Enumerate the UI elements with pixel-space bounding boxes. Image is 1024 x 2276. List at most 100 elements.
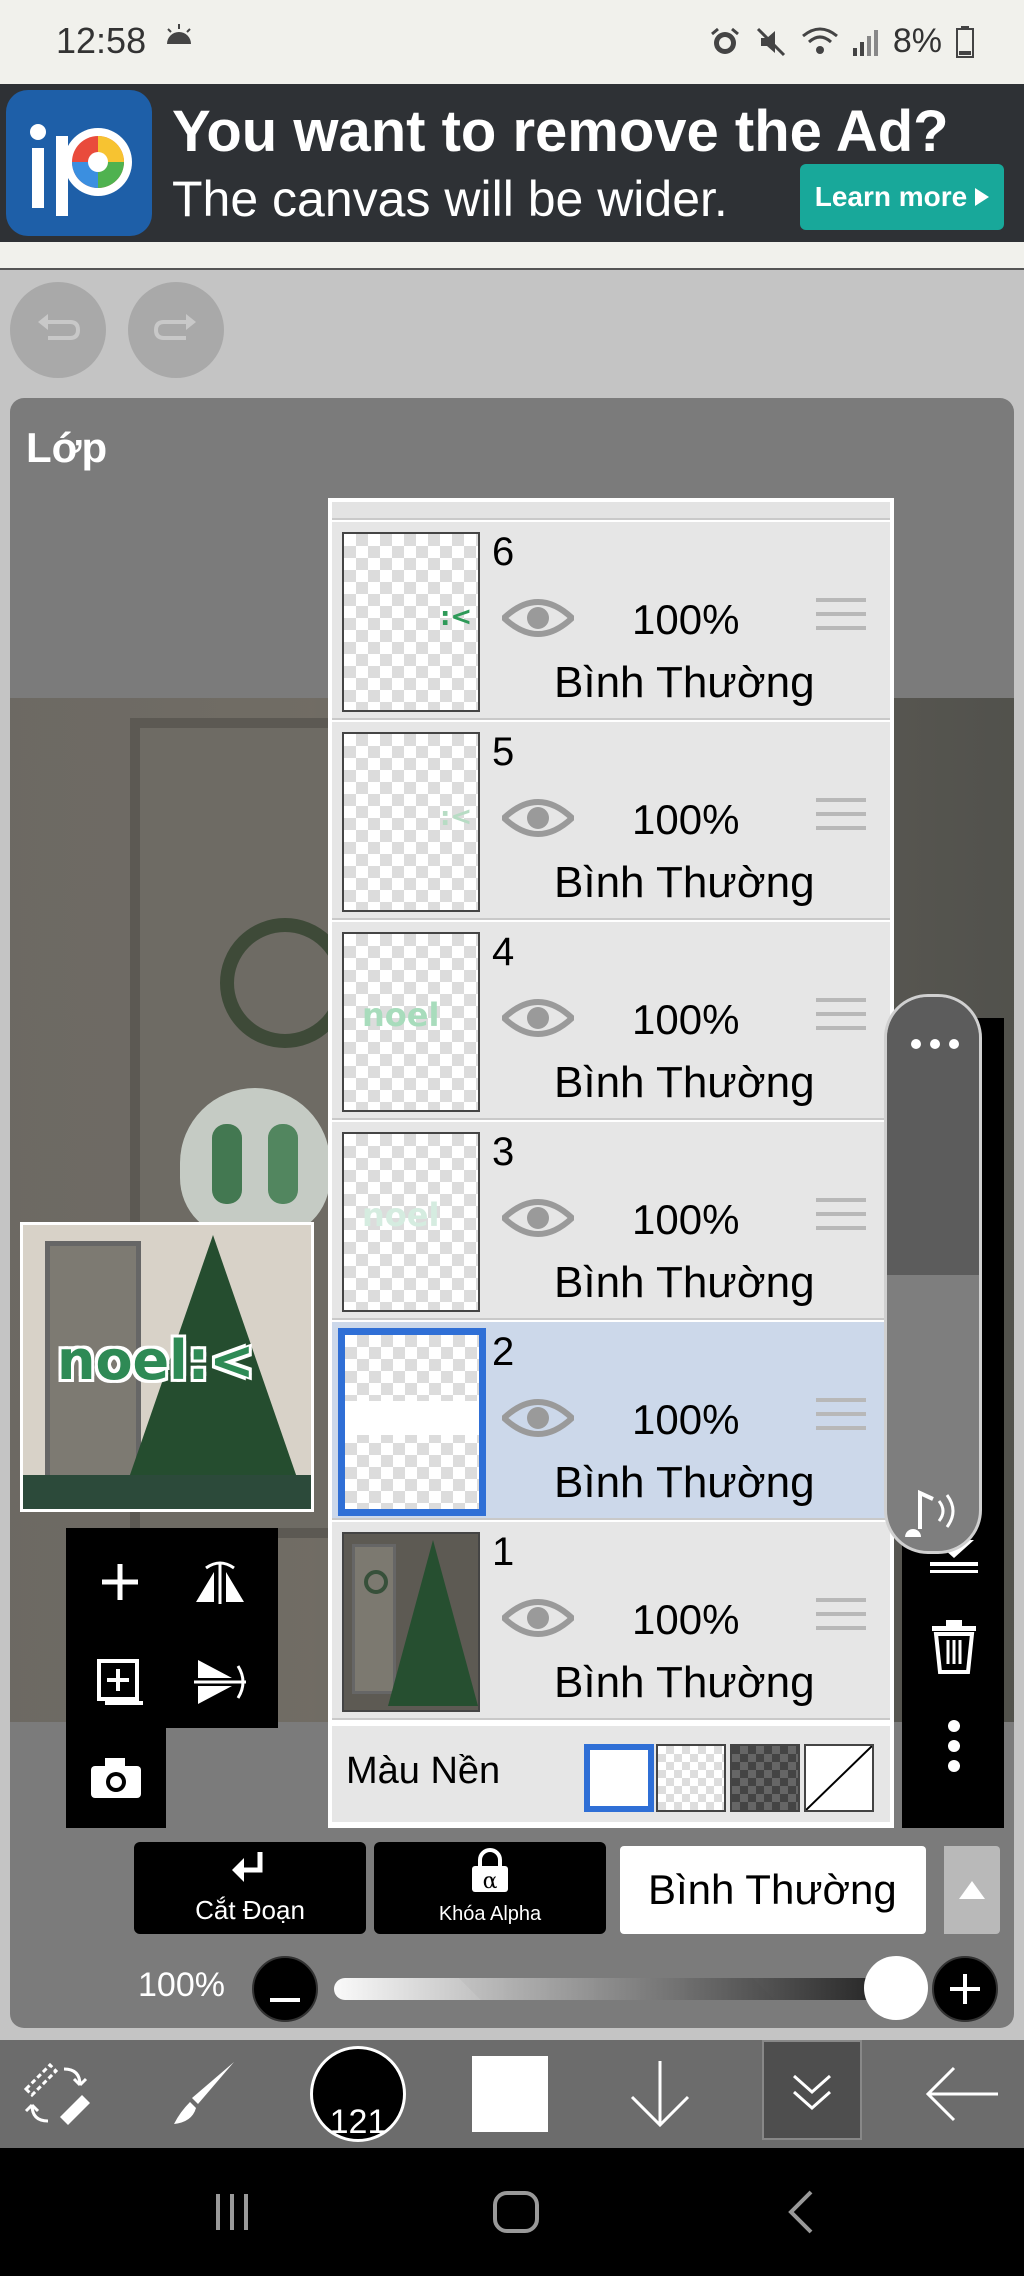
- ad-title: You want to remove the Ad?: [172, 99, 949, 164]
- layer-thumbnail[interactable]: noel: [342, 932, 480, 1112]
- visibility-eye-icon[interactable]: [502, 794, 574, 842]
- layer-row-1[interactable]: 1 100% Bình Thường: [332, 1522, 890, 1720]
- tool-select-button[interactable]: [20, 2040, 92, 2148]
- redo-button[interactable]: [128, 282, 224, 378]
- layer-row-2[interactable]: 2 100% Bình Thường: [332, 1322, 890, 1520]
- redo-icon: [153, 314, 196, 340]
- mute-icon: [756, 27, 785, 56]
- layer-row-3[interactable]: noel 3 100% Bình Thường: [332, 1122, 890, 1320]
- status-icons: 8%: [709, 22, 974, 61]
- drag-handle-icon[interactable]: [816, 598, 866, 638]
- brush-tool-button[interactable]: [166, 2040, 242, 2148]
- layer-blend-mode: Bình Thường: [554, 1258, 815, 1307]
- brush-size-button[interactable]: 121: [310, 2046, 406, 2142]
- canvas-preview[interactable]: noel:<: [20, 1222, 314, 1512]
- system-back-button[interactable]: [760, 2178, 840, 2246]
- visibility-eye-icon[interactable]: [502, 594, 574, 642]
- floating-scroll-widget[interactable]: [884, 994, 982, 1554]
- visibility-eye-icon[interactable]: [502, 994, 574, 1042]
- canvas-noel-sticker: [180, 1088, 330, 1238]
- layer-thumbnail[interactable]: :<: [342, 732, 480, 912]
- bg-swatch-checker-dark[interactable]: [730, 1744, 800, 1812]
- bg-swatch-none[interactable]: [804, 1744, 874, 1812]
- opacity-decrease-button[interactable]: [252, 1956, 318, 2022]
- visibility-eye-icon[interactable]: [502, 1594, 574, 1642]
- bg-swatch-checker-light[interactable]: [656, 1744, 726, 1812]
- alpha-lock-label: Khóa Alpha: [438, 1903, 542, 1925]
- layer-opacity: 100%: [632, 1396, 740, 1443]
- recent-apps-icon: [216, 2194, 248, 2230]
- layer-thumbnail[interactable]: noel: [342, 1132, 480, 1312]
- drag-handle-icon[interactable]: [816, 798, 866, 838]
- bg-swatch-white[interactable]: [584, 1744, 654, 1812]
- layer-opacity: 100%: [632, 796, 740, 843]
- main-toolbar: 121: [0, 2040, 1024, 2148]
- more-options-button[interactable]: [922, 1714, 986, 1778]
- layer-thumbnail[interactable]: :<: [342, 532, 480, 712]
- opacity-slider-knob[interactable]: [864, 1956, 928, 2020]
- layer-row-5[interactable]: :< 5 100% Bình Thường: [332, 722, 890, 920]
- drag-handle-icon[interactable]: [816, 1598, 866, 1638]
- layer-number: 3: [492, 1130, 515, 1174]
- layer-thumb-content: [345, 1401, 479, 1435]
- layer-down-button[interactable]: [620, 2040, 700, 2148]
- layer-thumbnail[interactable]: [342, 1532, 480, 1712]
- status-bar: 12:58 8%: [0, 0, 1024, 84]
- learn-more-button[interactable]: Learn more: [800, 164, 1004, 230]
- layer-number: 4: [492, 930, 515, 974]
- layer-row-6[interactable]: :< 6 100% Bình Thường: [332, 522, 890, 720]
- clip-arrow-icon: [232, 1852, 263, 1882]
- layer-opacity: 100%: [632, 1596, 740, 1643]
- opacity-slider[interactable]: [334, 1978, 900, 2000]
- visibility-eye-icon[interactable]: [502, 1194, 574, 1242]
- add-layer-button[interactable]: [80, 1542, 160, 1622]
- color-picker-button[interactable]: [472, 2056, 548, 2132]
- blend-mode-select[interactable]: Bình Thường: [620, 1846, 926, 1934]
- app-screen: 12:58 8% You want to remove the Ad? The …: [0, 0, 1024, 2276]
- drag-handle-icon[interactable]: [816, 1398, 866, 1438]
- home-icon: [493, 2191, 539, 2233]
- clipping-button[interactable]: Cắt Đoạn: [134, 1842, 366, 1934]
- opacity-increase-button[interactable]: [932, 1956, 998, 2022]
- alpha-symbol: α: [483, 1869, 498, 1894]
- undo-icon: [38, 314, 81, 340]
- layer-thumbnail[interactable]: [338, 1328, 486, 1516]
- layer-list[interactable]: :< 6 100% Bình Thường :< 5 100% Bình Thư…: [328, 498, 894, 1828]
- layer-row-4[interactable]: noel 4 100% Bình Thường: [332, 922, 890, 1120]
- layer-number: 2: [492, 1330, 515, 1374]
- recent-apps-button[interactable]: [192, 2178, 272, 2246]
- visibility-eye-icon[interactable]: [502, 1394, 574, 1442]
- layer-opacity: 100%: [632, 996, 740, 1043]
- trash-icon: [932, 1620, 976, 1674]
- flip-vertical-button[interactable]: [180, 1642, 260, 1722]
- home-button[interactable]: [476, 2178, 556, 2246]
- blend-mode-dropdown-arrow[interactable]: [944, 1846, 1000, 1934]
- layer-panel-button[interactable]: [762, 2040, 862, 2140]
- ad-banner[interactable]: You want to remove the Ad? The canvas wi…: [0, 84, 1024, 242]
- double-chevron-down-icon: [793, 2074, 831, 2111]
- blend-mode-value: Bình Thường: [648, 1866, 897, 1913]
- layer-thumb-content: :<: [440, 602, 473, 632]
- wifi-icon: [801, 27, 838, 54]
- undo-button[interactable]: [10, 282, 106, 378]
- layer-opacity: 100%: [632, 1196, 740, 1243]
- back-button[interactable]: [920, 2040, 1004, 2148]
- sound-note-icon[interactable]: [903, 1483, 967, 1537]
- flip-horizontal-button[interactable]: [180, 1542, 260, 1622]
- delete-layer-button[interactable]: [922, 1614, 986, 1678]
- opacity-label: 100%: [138, 1966, 225, 2004]
- learn-more-label: Learn more: [814, 181, 968, 212]
- more-horizontal-icon[interactable]: [909, 1037, 961, 1051]
- camera-icon: [91, 1758, 141, 1798]
- import-photo-button[interactable]: [76, 1738, 156, 1818]
- layer-list-scroll-edge: [332, 502, 890, 520]
- flip-vertical-icon: [194, 1660, 246, 1704]
- alpha-lock-button[interactable]: α Khóa Alpha: [374, 1842, 606, 1934]
- drag-handle-icon[interactable]: [816, 998, 866, 1038]
- signal-icon: [852, 29, 878, 56]
- more-vertical-icon: [948, 1720, 960, 1772]
- layer-blend-mode: Bình Thường: [554, 1658, 815, 1707]
- layer-left-toolbar: [66, 1528, 278, 1728]
- add-copy-layer-button[interactable]: [80, 1642, 160, 1722]
- drag-handle-icon[interactable]: [816, 1198, 866, 1238]
